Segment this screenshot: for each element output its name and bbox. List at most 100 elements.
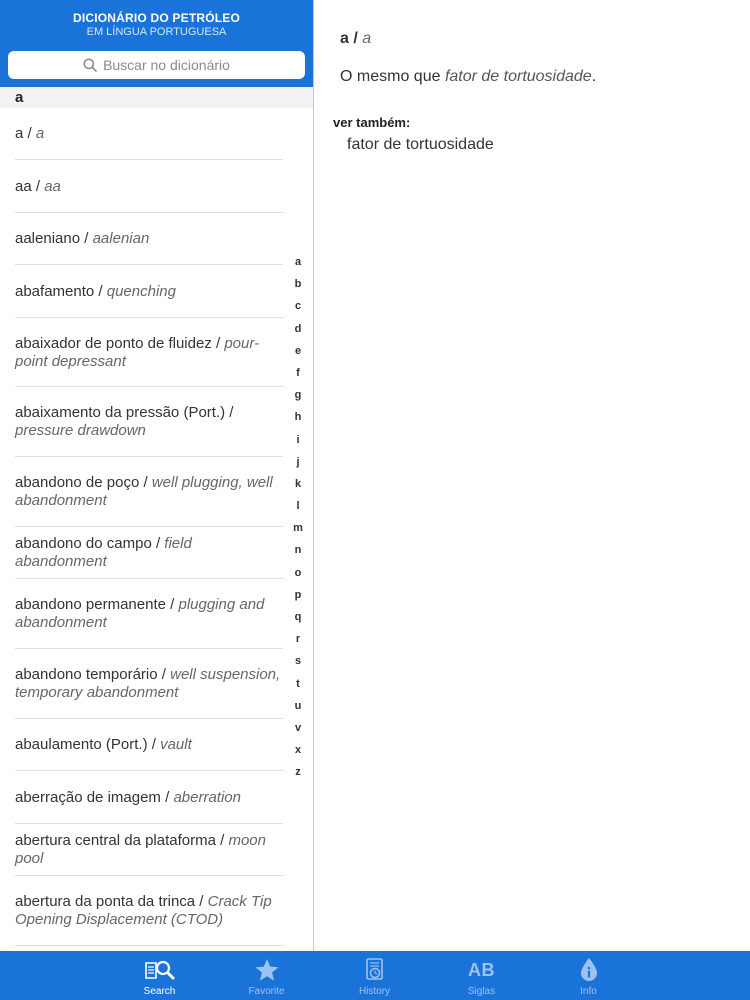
index-letter-z[interactable]: z: [288, 761, 308, 783]
index-letter-f[interactable]: f: [288, 362, 308, 384]
list-item[interactable]: a / a: [0, 108, 290, 160]
entry-term-pt: abandono permanente: [15, 596, 166, 613]
list-item-text: abandono permanente / plugging and aband…: [15, 596, 265, 631]
index-letter-x[interactable]: x: [288, 739, 308, 761]
index-letter-e[interactable]: e: [288, 340, 308, 362]
tab-label-info: Info: [580, 986, 597, 997]
tab-label-siglas: Siglas: [467, 986, 496, 997]
list-item[interactable]: aberração de imagem / aberration: [0, 771, 290, 824]
tab-info[interactable]: Info: [535, 951, 642, 1000]
list-item[interactable]: abertura da ponta da trinca / Crack Tip …: [0, 876, 290, 946]
entry-term-en: a: [35, 125, 45, 142]
index-letter-m[interactable]: m: [288, 517, 308, 539]
index-letter-u[interactable]: u: [288, 695, 308, 717]
list-item[interactable]: abafamento / quenching: [0, 265, 290, 318]
index-letter-i[interactable]: i: [288, 429, 308, 451]
entry-term-pt: abandono temporário: [15, 666, 158, 683]
list-item[interactable]: abertura central da plataforma / moon po…: [0, 824, 290, 876]
index-letter-o[interactable]: o: [288, 562, 308, 584]
list-item[interactable]: aa / aa: [0, 160, 290, 213]
index-letter-p[interactable]: p: [288, 584, 308, 606]
entry-term-pt: a: [15, 125, 24, 142]
list-item-text: abaixador de ponto de fluidez / pour-poi…: [15, 334, 260, 370]
index-letter-l[interactable]: l: [288, 495, 308, 517]
list-item[interactable]: abandono permanente / plugging and aband…: [0, 579, 290, 649]
detail-term-pt: a: [340, 30, 349, 47]
entry-term-en: aalenian: [92, 230, 150, 247]
index-letter-d[interactable]: d: [288, 318, 308, 340]
entry-term-en: pressure drawdown: [15, 422, 146, 439]
index-letter-k[interactable]: k: [288, 473, 308, 495]
tab-label-search: Search: [143, 986, 176, 997]
entry-term-en: aberration: [173, 788, 241, 806]
index-letter-s[interactable]: s: [288, 650, 308, 672]
list-item[interactable]: abandono temporário / well suspension, t…: [0, 649, 290, 719]
entry-list-pane: DICIONÁRIO DO PETRÓLEO EM LÍNGUA PORTUGU…: [0, 0, 313, 951]
section-letter: a: [15, 89, 24, 106]
list-item-text: aaleniano / aalenian: [15, 230, 150, 247]
index-letter-r[interactable]: r: [288, 628, 308, 650]
entry-term-pt: abaixador de ponto de fluidez: [15, 334, 212, 352]
entry-term-pt: abaulamento (Port.): [15, 736, 148, 753]
tab-history[interactable]: History: [321, 951, 428, 1000]
list-item-text: abandono temporário / well suspension, t…: [15, 666, 281, 701]
tab-siglas[interactable]: AB Siglas: [428, 951, 535, 1000]
list-item-text: a / a: [15, 125, 45, 142]
entry-term-pt: aberração de imagem: [15, 788, 161, 806]
list-item[interactable]: abaixador de ponto de fluidez / pour-poi…: [0, 318, 290, 387]
see-also-link[interactable]: fator de tortuosidade: [347, 136, 494, 154]
definition-prefix: O mesmo que: [340, 68, 445, 85]
list-item[interactable]: abaulamento (Port.) / vault: [0, 719, 290, 771]
index-letter-b[interactable]: b: [288, 273, 308, 295]
list-item[interactable]: abaixamento da pressão (Port.) / pressur…: [0, 387, 290, 457]
entry-term-pt: abandono de poço: [15, 474, 140, 491]
list-item-text: abaixamento da pressão (Port.) / pressur…: [15, 404, 234, 439]
history-icon: [364, 956, 386, 984]
entry-list[interactable]: a / a aa / aa aaleniano / aalenian abafamen…: [0, 108, 313, 951]
list-item[interactable]: abandono do campo / field abandonment: [0, 527, 290, 579]
list-item-text: abaulamento (Port.) / vault: [15, 736, 192, 753]
list-item-text: aa / aa: [15, 177, 61, 195]
search-icon: [83, 58, 97, 72]
index-letter-n[interactable]: n: [288, 539, 308, 561]
list-item-text: abertura central da plataforma / moon po…: [15, 832, 266, 867]
app-subtitle: EM LÍNGUA PORTUGUESA: [86, 26, 227, 38]
entry-term-pt: abertura da ponta da trinca: [15, 893, 196, 910]
definition-link[interactable]: fator de tortuosidade: [445, 68, 592, 85]
list-item-text: abafamento / quenching: [15, 282, 176, 300]
entry-term-en: quenching: [106, 282, 176, 300]
tab-favorite[interactable]: Favorite: [213, 951, 320, 1000]
index-letter-c[interactable]: c: [288, 295, 308, 317]
index-letter-a[interactable]: a: [288, 251, 308, 273]
ab-icon-text: AB: [468, 959, 495, 980]
index-letter-v[interactable]: v: [288, 717, 308, 739]
tab-label-favorite: Favorite: [248, 986, 285, 997]
list-item[interactable]: abandono de poço / well plugging, well a…: [0, 457, 290, 527]
entry-term-pt: abafamento: [15, 282, 95, 300]
list-item-text: aberração de imagem / aberration: [15, 788, 241, 806]
ab-icon: AB: [468, 956, 495, 984]
info-drop-icon: [579, 956, 599, 984]
definition-suffix: .: [591, 68, 597, 85]
index-letter-g[interactable]: g: [288, 384, 308, 406]
entry-term-en: vault: [160, 736, 192, 753]
tab-search[interactable]: Search: [106, 951, 213, 1000]
index-letter-t[interactable]: t: [288, 673, 308, 695]
search-placeholder: Buscar no dicionário: [103, 57, 230, 73]
list-item-text: abertura da ponta da trinca / Crack Tip …: [15, 893, 272, 928]
list-item[interactable]: aaleniano / aalenian: [0, 213, 290, 265]
search-input[interactable]: Buscar no dicionário: [8, 51, 305, 79]
tab-label-history: History: [358, 986, 391, 997]
entry-term-pt: abertura central da plataforma: [15, 832, 216, 849]
row-separator: [15, 945, 283, 946]
index-letter-q[interactable]: q: [288, 606, 308, 628]
app-header: DICIONÁRIO DO PETRÓLEO EM LÍNGUA PORTUGU…: [0, 0, 313, 87]
entry-term-pt: abaixamento da pressão (Port.): [15, 404, 226, 421]
index-letter-h[interactable]: h: [288, 406, 308, 428]
index-letter-j[interactable]: j: [288, 451, 308, 473]
search-book-icon: [144, 956, 176, 984]
section-header: a: [0, 87, 313, 108]
alphabet-index[interactable]: abcdefghijklmnopqrstuvxz: [288, 251, 308, 784]
entry-term-pt: aaleniano: [15, 230, 81, 247]
tab-bar: Search Favorite History AB Siglas Info: [0, 951, 750, 1000]
